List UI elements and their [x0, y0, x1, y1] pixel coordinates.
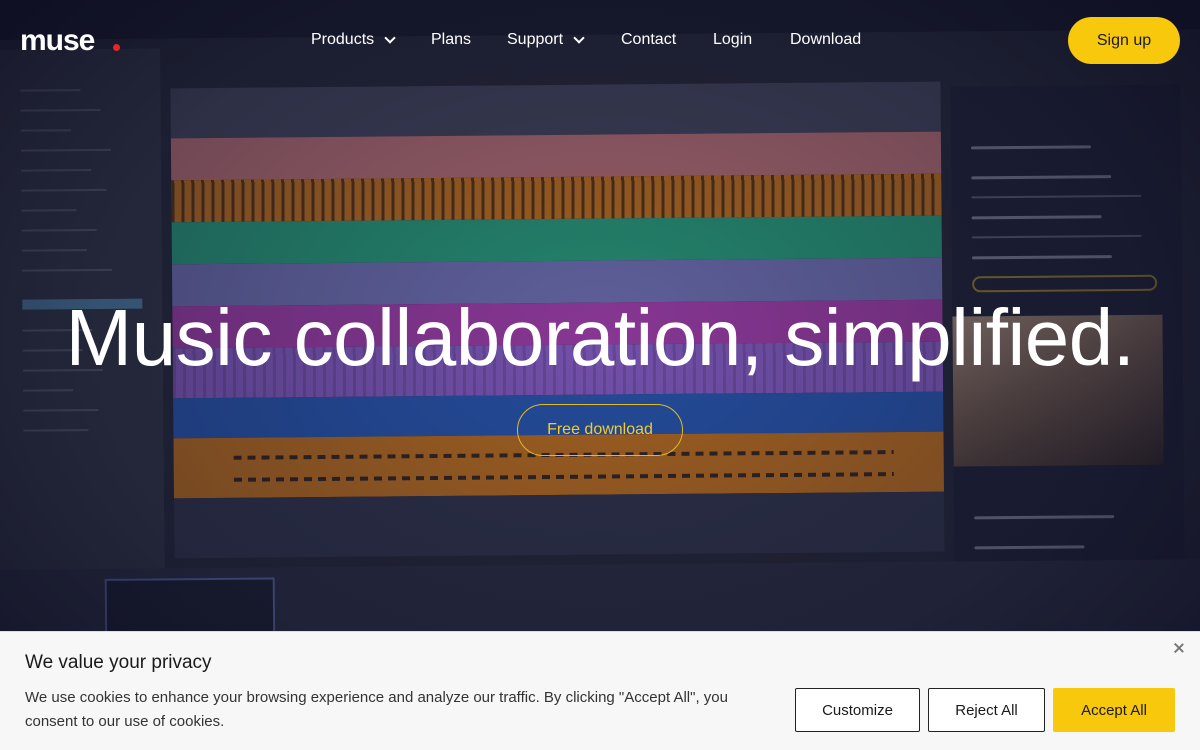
- nav-plans[interactable]: Plans: [431, 31, 471, 49]
- nav-support-label: Support: [507, 31, 564, 48]
- nav-contact-label: Contact: [621, 31, 677, 48]
- nav-plans-label: Plans: [431, 31, 472, 48]
- chevron-down-icon: [573, 32, 585, 44]
- chevron-down-icon: [384, 32, 396, 44]
- accept-all-button[interactable]: Accept All: [1053, 688, 1175, 732]
- muse-logo[interactable]: muse: [20, 24, 95, 58]
- cookie-banner-title: We value your privacy: [25, 652, 212, 673]
- nav-download[interactable]: Download: [790, 31, 861, 49]
- reject-all-button[interactable]: Reject All: [928, 688, 1045, 732]
- cookie-banner-text: We use cookies to enhance your browsing …: [25, 689, 728, 730]
- nav-contact[interactable]: Contact: [621, 31, 676, 49]
- nav-login[interactable]: Login: [713, 31, 752, 49]
- nav-login-label: Login: [713, 31, 753, 48]
- top-nav: muse Products Plans Support Contact Logi…: [0, 0, 1200, 80]
- free-download-button[interactable]: Free download: [517, 404, 683, 456]
- cookie-banner: We value your privacy We use cookies to …: [0, 631, 1200, 750]
- nav-products[interactable]: Products: [311, 31, 396, 49]
- close-icon[interactable]: [1171, 641, 1187, 657]
- nav-products-label: Products: [311, 31, 375, 48]
- nav-support[interactable]: Support: [507, 31, 585, 49]
- hero-headline: Music collaboration, simplified.: [65, 293, 1135, 382]
- logo-dot: [113, 44, 120, 51]
- nav-download-label: Download: [790, 31, 862, 48]
- customize-button[interactable]: Customize: [795, 688, 920, 732]
- sign-up-button[interactable]: Sign up: [1068, 17, 1180, 64]
